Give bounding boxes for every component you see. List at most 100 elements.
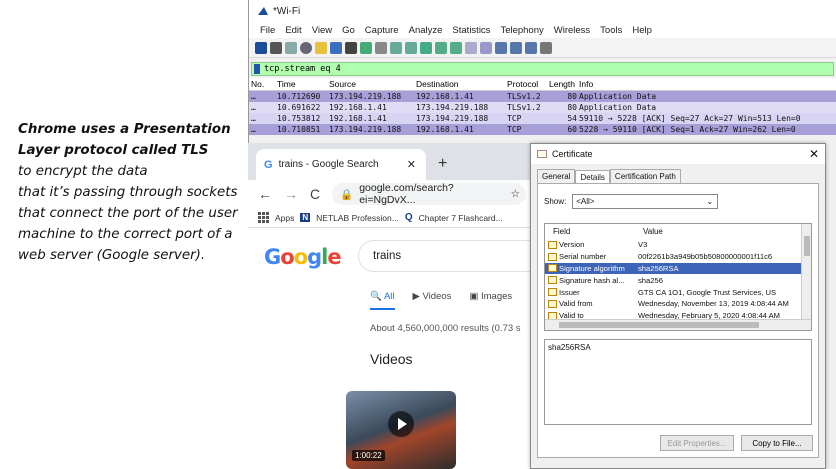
menu-file[interactable]: File <box>255 25 280 36</box>
certificate-title: Certificate <box>552 149 593 159</box>
show-label: Show: <box>544 197 567 206</box>
autoscroll-icon[interactable] <box>465 41 477 54</box>
col-time[interactable]: Time <box>277 79 329 89</box>
close-file-icon[interactable] <box>345 41 357 54</box>
display-filter-bar[interactable]: tcp.stream eq 4 <box>251 62 834 76</box>
reload-icon[interactable]: C <box>310 186 320 202</box>
edit-properties-button[interactable]: Edit Properties... <box>660 435 734 451</box>
bookmark-apps[interactable]: Apps <box>275 213 294 223</box>
go-to-packet-icon[interactable] <box>420 41 432 54</box>
lock-icon[interactable]: 🔒 <box>340 188 353 201</box>
bookmark-icon[interactable] <box>254 64 260 74</box>
tab-details[interactable]: Details <box>575 170 610 184</box>
bookmark-star-icon[interactable]: ☆ <box>511 188 520 200</box>
packet-protocol: TCP <box>507 125 522 134</box>
stop-capture-icon[interactable] <box>270 41 282 54</box>
video-thumbnail[interactable]: 1:00:22 <box>346 391 456 469</box>
packet-row[interactable]: … 10.691622 192.168.1.41 173.194.219.188… <box>249 102 836 113</box>
menu-tools[interactable]: Tools <box>595 25 627 36</box>
col-info[interactable]: Info <box>579 79 836 89</box>
bookmark-chapter7[interactable]: Chapter 7 Flashcard... <box>419 213 503 223</box>
menu-go[interactable]: Go <box>337 25 360 36</box>
apps-grid-icon[interactable] <box>258 212 269 223</box>
save-file-icon[interactable] <box>330 41 342 54</box>
last-packet-icon[interactable] <box>450 41 462 54</box>
display-filter-input[interactable]: tcp.stream eq 4 <box>264 64 341 74</box>
zoom-in-icon[interactable] <box>495 41 507 54</box>
close-icon[interactable]: ✕ <box>809 147 819 161</box>
capture-options-icon[interactable] <box>300 41 312 54</box>
back-arrow-icon[interactable]: ← <box>258 186 272 202</box>
tab-certification-path[interactable]: Certification Path <box>609 169 681 183</box>
col-source[interactable]: Source <box>329 79 416 89</box>
horizontal-scrollbar[interactable] <box>545 319 811 330</box>
resize-columns-icon[interactable] <box>540 41 552 54</box>
field-row[interactable]: Signature hash al... sha256 <box>545 274 811 286</box>
netlab-icon: N <box>300 213 311 222</box>
new-tab-icon[interactable]: + <box>438 155 447 173</box>
caption-bold-2: Layer protocol called TLS <box>18 143 209 158</box>
col-destination[interactable]: Destination <box>416 79 507 89</box>
google-search-box[interactable]: trains <box>358 240 558 272</box>
packet-row[interactable]: … 10.710851 173.194.219.188 192.168.1.41… <box>249 124 836 135</box>
col-length[interactable]: Length <box>549 79 579 89</box>
chrome-window: G trains - Google Search ✕ + ← → C 🔒 goo… <box>248 143 558 469</box>
search-query[interactable]: trains <box>373 250 401 262</box>
reload-file-icon[interactable] <box>360 41 372 54</box>
go-back-icon[interactable] <box>390 41 402 54</box>
field-value-box[interactable]: sha256RSA <box>544 339 812 425</box>
col-no[interactable]: No. <box>251 79 277 89</box>
field-column-header[interactable]: Field <box>553 227 643 236</box>
go-forward-icon[interactable] <box>405 41 417 54</box>
copy-to-file-button[interactable]: Copy to File... <box>741 435 813 451</box>
google-logo[interactable]: Google <box>264 245 342 269</box>
scroll-thumb[interactable] <box>559 322 759 328</box>
vertical-scrollbar[interactable] <box>801 224 811 320</box>
field-row[interactable]: Version V3 <box>545 239 811 251</box>
field-value: sha256RSA <box>638 263 679 273</box>
field-row[interactable]: Valid from Wednesday, November 13, 2019 4… <box>545 298 811 310</box>
zoom-out-icon[interactable] <box>510 41 522 54</box>
menu-capture[interactable]: Capture <box>360 25 404 36</box>
tab-images[interactable]: ▣ Images <box>469 291 512 310</box>
menu-wireless[interactable]: Wireless <box>549 25 595 36</box>
restart-capture-icon[interactable] <box>285 41 297 54</box>
menu-edit[interactable]: Edit <box>280 25 306 36</box>
open-file-icon[interactable] <box>315 41 327 54</box>
colorize-icon[interactable] <box>480 41 492 54</box>
packet-length: 80 <box>567 92 577 101</box>
show-dropdown-value: <All> <box>576 197 595 206</box>
field-row[interactable]: Serial number 00f2261b3a949b05b5080000000… <box>545 251 811 263</box>
address-bar[interactable]: 🔒 google.com/search?ei=NgDvX... ☆ <box>332 182 526 206</box>
first-packet-icon[interactable] <box>435 41 447 54</box>
zoom-reset-icon[interactable] <box>525 41 537 54</box>
tab-videos[interactable]: ▶ Videos <box>413 291 452 310</box>
bookmark-netlab[interactable]: NETLAB Profession... <box>316 213 399 223</box>
menu-help[interactable]: Help <box>627 25 657 36</box>
menu-view[interactable]: View <box>307 25 337 36</box>
col-protocol[interactable]: Protocol <box>507 79 549 89</box>
packet-source: 192.168.1.41 <box>329 114 387 123</box>
slide-caption: Chrome uses a Presentation Layer protoco… <box>18 119 238 266</box>
forward-arrow-icon[interactable]: → <box>284 186 298 202</box>
close-tab-icon[interactable]: ✕ <box>407 158 416 171</box>
browser-tab[interactable]: G trains - Google Search ✕ <box>256 149 426 180</box>
play-icon[interactable] <box>388 411 414 437</box>
packet-row[interactable]: … 10.753812 192.168.1.41 173.194.219.188… <box>249 113 836 124</box>
fields-list[interactable]: Field Value Version V3 Serial number 00f22… <box>544 223 812 331</box>
video-duration: 1:00:22 <box>352 450 385 461</box>
packet-row[interactable]: … 10.712690 173.194.219.188 192.168.1.41… <box>249 91 836 102</box>
field-row[interactable]: Issuer GTS CA 1O1, Google Trust Services,… <box>545 286 811 298</box>
packet-length: 60 <box>567 125 577 134</box>
menu-telephony[interactable]: Telephony <box>495 25 548 36</box>
field-row-selected[interactable]: Signature algorithm sha256RSA <box>545 262 811 275</box>
find-packet-icon[interactable] <box>375 41 387 54</box>
menu-analyze[interactable]: Analyze <box>404 25 448 36</box>
tab-general[interactable]: General <box>537 169 576 183</box>
show-dropdown[interactable]: <All> ⌄ <box>572 194 719 209</box>
tab-all[interactable]: 🔍 All <box>370 291 395 310</box>
start-capture-icon[interactable] <box>255 41 267 54</box>
scroll-thumb[interactable] <box>804 236 810 256</box>
value-column-header[interactable]: Value <box>643 227 811 236</box>
menu-statistics[interactable]: Statistics <box>447 25 495 36</box>
